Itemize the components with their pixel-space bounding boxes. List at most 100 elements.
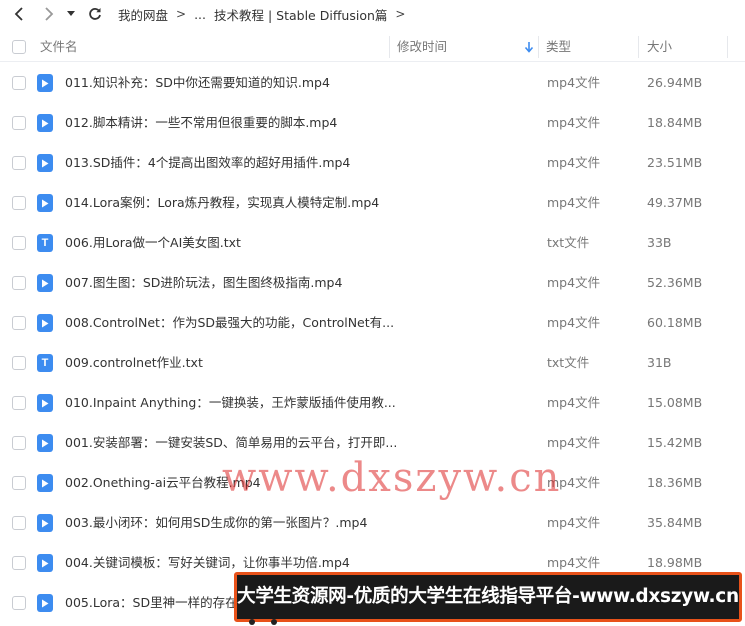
file-type: mp4文件: [547, 75, 601, 90]
file-size: 15.08MB: [647, 395, 703, 410]
column-header-type[interactable]: 类型: [546, 32, 571, 62]
promo-banner-text: 大学生资源网-优质的大学生在线指导平台-www.dxszyw.cn: [237, 586, 739, 607]
file-type: mp4文件: [547, 395, 601, 410]
history-dropdown-button[interactable]: [64, 1, 78, 27]
file-row[interactable]: 007.图生图：SD进阶玩法，图生图终极指南.mp4 mp4文件 52.36MB: [0, 263, 745, 303]
file-row[interactable]: 011.知识补充：SD中你还需要知道的知识.mp4 mp4文件 26.94MB: [0, 63, 745, 103]
row-checkbox[interactable]: [12, 556, 26, 570]
video-file-icon: [37, 594, 53, 612]
file-type: txt文件: [547, 355, 590, 370]
file-name[interactable]: 007.图生图：SD进阶玩法，图生图终极指南.mp4: [65, 263, 342, 303]
watermark-text: www.dxszyw.cn: [222, 455, 562, 501]
file-name[interactable]: 013.SD插件：4个提高出图效率的超好用插件.mp4: [65, 143, 350, 183]
banner-dot: [249, 619, 255, 625]
file-size: 52.36MB: [647, 275, 703, 290]
file-row[interactable]: 008.ControlNet：作为SD最强大的功能，ControlNet有...…: [0, 303, 745, 343]
file-type: mp4文件: [547, 515, 601, 530]
top-navigation-bar: 我的网盘 > ... 技术教程 | Stable Diffusion篇 >: [0, 0, 745, 28]
file-type: mp4文件: [547, 275, 601, 290]
file-row[interactable]: 012.脚本精讲：一些不常用但很重要的脚本.mp4 mp4文件 18.84MB: [0, 103, 745, 143]
file-size: 18.36MB: [647, 475, 703, 490]
row-checkbox[interactable]: [12, 476, 26, 490]
column-header-name[interactable]: 文件名: [40, 32, 78, 62]
breadcrumb-separator-icon: >: [395, 7, 406, 21]
column-divider[interactable]: [727, 36, 728, 58]
file-name[interactable]: 014.Lora案例：Lora炼丹教程，实现真人模特定制.mp4: [65, 183, 379, 223]
file-name[interactable]: 010.Inpaint Anything：一键换装，王炸蒙版插件使用教...: [65, 383, 396, 423]
file-type: txt文件: [547, 235, 590, 250]
refresh-icon: [89, 8, 101, 20]
file-size: 49.37MB: [647, 195, 703, 210]
video-file-icon: [37, 74, 53, 92]
banner-decoration: [245, 619, 285, 626]
breadcrumb-separator-icon: >: [176, 7, 187, 21]
file-name[interactable]: 012.脚本精讲：一些不常用但很重要的脚本.mp4: [65, 103, 337, 143]
file-list: 011.知识补充：SD中你还需要知道的知识.mp4 mp4文件 26.94MB 012…: [0, 63, 745, 623]
file-name[interactable]: 005.Lora：SD里神一样的存在，: [65, 583, 250, 623]
column-divider[interactable]: [638, 36, 639, 58]
file-row[interactable]: 014.Lora案例：Lora炼丹教程，实现真人模特定制.mp4 mp4文件 49.…: [0, 183, 745, 223]
row-checkbox[interactable]: [12, 396, 26, 410]
row-checkbox[interactable]: [12, 156, 26, 170]
row-checkbox[interactable]: [12, 196, 26, 210]
file-size: 60.18MB: [647, 315, 703, 330]
file-type: mp4文件: [547, 315, 601, 330]
video-file-icon: [37, 394, 53, 412]
select-all-checkbox[interactable]: [12, 40, 26, 54]
row-checkbox[interactable]: [12, 436, 26, 450]
column-divider[interactable]: [538, 36, 539, 58]
file-type: mp4文件: [547, 195, 601, 210]
text-file-icon: T: [37, 234, 53, 252]
promo-banner: 大学生资源网-优质的大学生在线指导平台-www.dxszyw.cn: [234, 572, 742, 622]
breadcrumb-item-root[interactable]: 我的网盘: [118, 5, 168, 24]
sort-descending-icon[interactable]: [524, 41, 534, 53]
row-checkbox[interactable]: [12, 276, 26, 290]
row-checkbox[interactable]: [12, 116, 26, 130]
video-file-icon: [37, 474, 53, 492]
file-size: 15.42MB: [647, 435, 703, 450]
text-file-icon: T: [37, 354, 53, 372]
column-header-size[interactable]: 大小: [647, 32, 672, 62]
file-name[interactable]: 011.知识补充：SD中你还需要知道的知识.mp4: [65, 63, 330, 103]
chevron-left-icon: [14, 7, 23, 21]
row-checkbox[interactable]: [12, 316, 26, 330]
file-size: 35.84MB: [647, 515, 703, 530]
refresh-button[interactable]: [82, 1, 108, 27]
file-size: 23.51MB: [647, 155, 703, 170]
file-type: mp4文件: [547, 115, 601, 130]
video-file-icon: [37, 554, 53, 572]
file-name[interactable]: 008.ControlNet：作为SD最强大的功能，ControlNet有...: [65, 303, 394, 343]
video-file-icon: [37, 434, 53, 452]
banner-dot: [271, 619, 277, 625]
breadcrumb: 我的网盘 > ... 技术教程 | Stable Diffusion篇 >: [118, 5, 413, 24]
file-size: 26.94MB: [647, 75, 703, 90]
video-file-icon: [37, 154, 53, 172]
file-row[interactable]: 003.最小闭环：如何用SD生成你的第一张图片？.mp4 mp4文件 35.84MB: [0, 503, 745, 543]
file-name[interactable]: 009.controlnet作业.txt: [65, 343, 203, 383]
file-list-header: 文件名 修改时间 类型 大小: [0, 32, 745, 62]
file-row[interactable]: 010.Inpaint Anything：一键换装，王炸蒙版插件使用教... mp…: [0, 383, 745, 423]
row-checkbox[interactable]: [12, 236, 26, 250]
video-file-icon: [37, 314, 53, 332]
file-size: 33B: [647, 235, 672, 250]
breadcrumb-item-ellipsis[interactable]: ...: [194, 7, 206, 22]
row-checkbox[interactable]: [12, 516, 26, 530]
video-file-icon: [37, 274, 53, 292]
file-type: mp4文件: [547, 155, 601, 170]
file-row[interactable]: T 009.controlnet作业.txt txt文件 31B: [0, 343, 745, 383]
row-checkbox[interactable]: [12, 356, 26, 370]
breadcrumb-item-current[interactable]: 技术教程 | Stable Diffusion篇: [214, 5, 387, 24]
column-divider[interactable]: [389, 36, 390, 58]
file-size: 31B: [647, 355, 672, 370]
file-row[interactable]: 013.SD插件：4个提高出图效率的超好用插件.mp4 mp4文件 23.51MB: [0, 143, 745, 183]
file-name[interactable]: 006.用Lora做一个AI美女图.txt: [65, 223, 241, 263]
row-checkbox[interactable]: [12, 76, 26, 90]
row-checkbox[interactable]: [12, 596, 26, 610]
back-button[interactable]: [6, 1, 32, 27]
file-name[interactable]: 003.最小闭环：如何用SD生成你的第一张图片？.mp4: [65, 503, 367, 543]
chevron-right-icon: [45, 7, 54, 21]
file-size: 18.84MB: [647, 115, 703, 130]
file-row[interactable]: T 006.用Lora做一个AI美女图.txt txt文件 33B: [0, 223, 745, 263]
column-header-modified[interactable]: 修改时间: [397, 32, 447, 62]
forward-button[interactable]: [36, 1, 62, 27]
